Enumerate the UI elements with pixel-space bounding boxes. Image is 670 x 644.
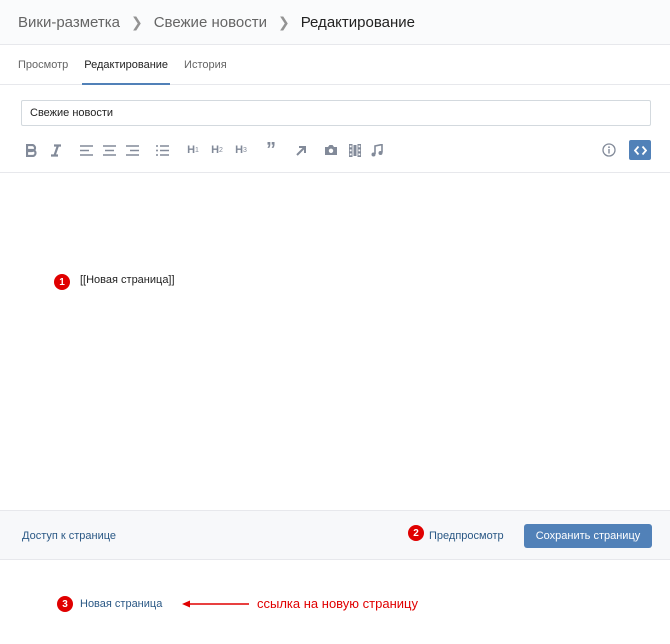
quote-icon[interactable]: ”	[263, 140, 279, 160]
tab-view[interactable]: Просмотр	[18, 45, 68, 84]
annotation-label: ссылка на новую страницу	[257, 596, 418, 611]
editor-header: H1 H2 H3 ”	[0, 86, 670, 173]
annotation-badge-3: 3	[57, 596, 73, 612]
breadcrumb-item-news[interactable]: Свежие новости	[154, 14, 267, 31]
page-title-input[interactable]	[21, 100, 651, 126]
preview-link[interactable]: Предпросмотр	[429, 530, 504, 542]
align-left-icon[interactable]	[79, 140, 93, 160]
h2-icon[interactable]: H2	[209, 140, 225, 160]
editor-content-text[interactable]: [[Новая страница]]	[80, 274, 175, 286]
tab-history[interactable]: История	[184, 45, 227, 84]
editor-content[interactable]: 1 [[Новая страница]]	[0, 173, 670, 510]
info-icon[interactable]	[601, 140, 617, 160]
h1-icon[interactable]: H1	[185, 140, 201, 160]
arrow-left-icon	[182, 600, 249, 608]
tab-edit[interactable]: Редактирование	[82, 45, 170, 85]
code-icon[interactable]	[629, 140, 651, 160]
italic-icon[interactable]	[49, 140, 63, 160]
new-page-link[interactable]: Новая страница	[80, 598, 162, 610]
annotation-badge-1: 1	[54, 274, 70, 290]
list-icon[interactable]	[155, 140, 169, 160]
annotation-badge-2: 2	[408, 525, 424, 541]
align-right-icon[interactable]	[125, 140, 139, 160]
align-center-icon[interactable]	[102, 140, 116, 160]
breadcrumb-item-current: Редактирование	[300, 13, 415, 31]
editor-footer: Доступ к странице 2 Предпросмотр Сохрани…	[0, 510, 670, 560]
chevron-right-icon: ❯	[277, 13, 290, 30]
tab-bar: Просмотр Редактирование История	[0, 45, 670, 85]
breadcrumb: Вики-разметка ❯ Свежие новости ❯ Редакти…	[0, 0, 670, 45]
h3-icon[interactable]: H3	[233, 140, 249, 160]
save-page-button[interactable]: Сохранить страницу	[524, 524, 652, 548]
link-icon[interactable]	[293, 140, 307, 160]
video-icon[interactable]	[348, 140, 362, 160]
photo-icon[interactable]	[323, 140, 339, 160]
chevron-right-icon: ❯	[130, 13, 143, 30]
bold-icon[interactable]	[24, 140, 38, 160]
audio-icon[interactable]	[370, 140, 384, 160]
editor-toolbar: H1 H2 H3 ”	[21, 140, 651, 160]
page-access-link[interactable]: Доступ к странице	[22, 530, 116, 542]
breadcrumb-item-wiki[interactable]: Вики-разметка	[18, 14, 120, 31]
preview-result: 3 Новая страница ссылка на новую страниц…	[0, 561, 670, 644]
